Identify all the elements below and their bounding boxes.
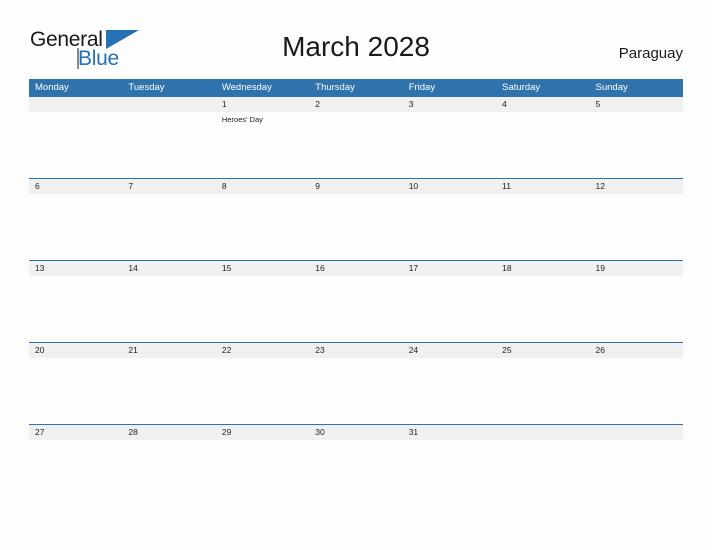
- day-cell[interactable]: [29, 358, 122, 424]
- calendar-week-row: 27 28 29 30 31: [29, 424, 683, 506]
- day-number[interactable]: 2: [309, 97, 402, 112]
- calendar-grid: Monday Tuesday Wednesday Thursday Friday…: [29, 79, 683, 506]
- day-cell[interactable]: [309, 194, 402, 260]
- day-cell[interactable]: [496, 440, 589, 506]
- day-cell[interactable]: Heroes' Day: [216, 112, 309, 178]
- day-cell[interactable]: [590, 112, 683, 178]
- event-label: Heroes' Day: [221, 115, 263, 124]
- calendar-week-row: 13 14 15 16 17 18 19: [29, 260, 683, 342]
- week-date-band: 27 28 29 30 31: [29, 425, 683, 440]
- day-number[interactable]: 20: [29, 343, 122, 358]
- day-number[interactable]: 1: [216, 97, 309, 112]
- day-cell[interactable]: [29, 112, 122, 178]
- weekday-friday: Friday: [408, 82, 436, 93]
- day-number[interactable]: 23: [309, 343, 402, 358]
- day-number[interactable]: [590, 425, 683, 440]
- day-number[interactable]: 17: [403, 261, 496, 276]
- day-cell[interactable]: [216, 440, 309, 506]
- day-number[interactable]: 27: [29, 425, 122, 440]
- weekday-header-row: Monday Tuesday Wednesday Thursday Friday…: [29, 79, 683, 96]
- day-cell[interactable]: [122, 276, 215, 342]
- day-number[interactable]: 6: [29, 179, 122, 194]
- week-date-band: 13 14 15 16 17 18 19: [29, 261, 683, 276]
- day-number[interactable]: 18: [496, 261, 589, 276]
- day-number[interactable]: 28: [122, 425, 215, 440]
- day-cell[interactable]: [122, 358, 215, 424]
- day-number[interactable]: 21: [122, 343, 215, 358]
- day-cell[interactable]: [590, 194, 683, 260]
- page-title: March 2028: [282, 31, 430, 62]
- day-number[interactable]: [496, 425, 589, 440]
- day-cell[interactable]: [496, 358, 589, 424]
- week-date-band: 6 7 8 9 10 11 12: [29, 179, 683, 194]
- day-number[interactable]: 11: [496, 179, 589, 194]
- day-cell[interactable]: [122, 194, 215, 260]
- week-event-band: [29, 194, 683, 260]
- day-cell[interactable]: [403, 194, 496, 260]
- day-number[interactable]: 14: [122, 261, 215, 276]
- day-number[interactable]: 26: [590, 343, 683, 358]
- day-number[interactable]: 7: [122, 179, 215, 194]
- week-event-band: [29, 276, 683, 342]
- day-number[interactable]: 19: [590, 261, 683, 276]
- day-number[interactable]: 13: [29, 261, 122, 276]
- country-label: Paraguay: [618, 45, 683, 62]
- weekday-thursday: Thursday: [315, 82, 355, 93]
- weekday-saturday: Saturday: [502, 82, 541, 93]
- day-number[interactable]: 12: [590, 179, 683, 194]
- day-cell[interactable]: [309, 358, 402, 424]
- day-cell[interactable]: [403, 358, 496, 424]
- day-cell[interactable]: [122, 440, 215, 506]
- calendar-week-row: 20 21 22 23 24 25 26: [29, 342, 683, 424]
- day-number[interactable]: 29: [216, 425, 309, 440]
- day-number[interactable]: 9: [309, 179, 402, 194]
- day-number[interactable]: 22: [216, 343, 309, 358]
- day-cell[interactable]: [216, 194, 309, 260]
- week-event-band: [29, 440, 683, 506]
- day-cell[interactable]: [29, 276, 122, 342]
- day-cell[interactable]: [29, 194, 122, 260]
- week-date-band: 1 2 3 4 5: [29, 97, 683, 112]
- week-date-band: 20 21 22 23 24 25 26: [29, 343, 683, 358]
- day-cell[interactable]: [496, 112, 589, 178]
- day-cell[interactable]: [403, 440, 496, 506]
- day-cell[interactable]: [309, 112, 402, 178]
- day-cell[interactable]: [403, 112, 496, 178]
- day-cell[interactable]: [590, 440, 683, 506]
- day-number[interactable]: 31: [403, 425, 496, 440]
- day-cell[interactable]: [29, 440, 122, 506]
- calendar-page: General Blue March 2028 Paraguay Monday …: [0, 0, 712, 550]
- day-cell[interactable]: [496, 194, 589, 260]
- day-number[interactable]: 5: [590, 97, 683, 112]
- day-cell[interactable]: [309, 440, 402, 506]
- day-number[interactable]: 24: [403, 343, 496, 358]
- day-cell[interactable]: [496, 276, 589, 342]
- page-header: General Blue March 2028 Paraguay: [0, 0, 712, 76]
- day-cell[interactable]: [122, 112, 215, 178]
- day-number[interactable]: 3: [403, 97, 496, 112]
- day-number[interactable]: 30: [309, 425, 402, 440]
- weekday-monday: Monday: [35, 82, 69, 93]
- calendar-week-row: 1 2 3 4 5 Heroes' Day: [29, 96, 683, 178]
- day-number[interactable]: 25: [496, 343, 589, 358]
- day-cell[interactable]: [309, 276, 402, 342]
- weekday-wednesday: Wednesday: [221, 82, 272, 93]
- day-number[interactable]: 4: [496, 97, 589, 112]
- week-event-band: Heroes' Day: [29, 112, 683, 178]
- day-number[interactable]: [29, 97, 122, 112]
- weekday-sunday: Sunday: [595, 82, 628, 93]
- day-cell[interactable]: [216, 358, 309, 424]
- day-number[interactable]: 10: [403, 179, 496, 194]
- day-cell[interactable]: [403, 276, 496, 342]
- day-cell[interactable]: [590, 358, 683, 424]
- weekday-tuesday: Tuesday: [128, 82, 165, 93]
- week-event-band: [29, 358, 683, 424]
- day-cell[interactable]: [590, 276, 683, 342]
- day-number[interactable]: 8: [216, 179, 309, 194]
- calendar-week-row: 6 7 8 9 10 11 12: [29, 178, 683, 260]
- day-number[interactable]: [122, 97, 215, 112]
- day-number[interactable]: 16: [309, 261, 402, 276]
- day-number[interactable]: 15: [216, 261, 309, 276]
- day-cell[interactable]: [216, 276, 309, 342]
